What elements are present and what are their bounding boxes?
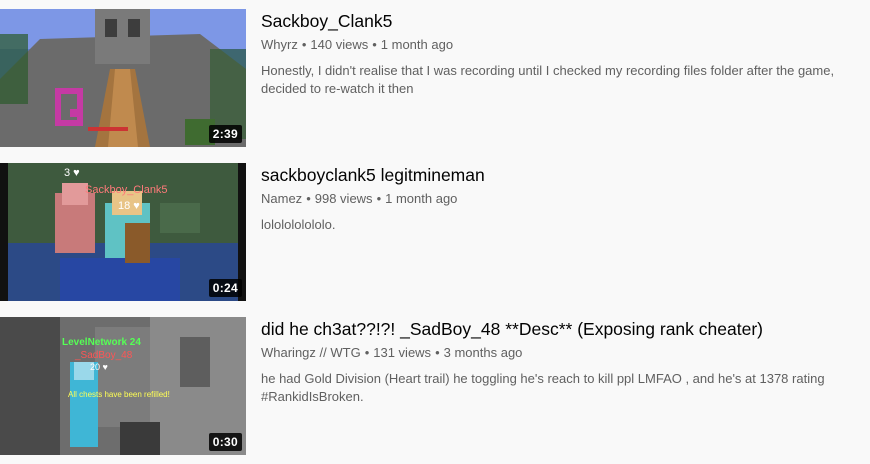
video-list: 2:39 Sackboy_Clank5 Whyrz • 140 views • 1 mo… bbox=[0, 0, 870, 464]
view-count: 140 views bbox=[310, 37, 369, 52]
video-byline: Wharingz // WTG • 131 views • 3 months ago bbox=[261, 345, 851, 361]
view-count: 998 views bbox=[314, 191, 373, 206]
separator: • bbox=[376, 191, 382, 206]
video-description: he had Gold Division (Heart trail) he to… bbox=[261, 371, 825, 404]
separator: • bbox=[306, 191, 311, 206]
video-description: Honestly, I didn't realise that I was re… bbox=[261, 63, 835, 96]
video-item[interactable]: 2:39 Sackboy_Clank5 Whyrz • 140 views • 1 mo… bbox=[0, 9, 870, 147]
video-duration: 2:39 bbox=[208, 125, 242, 143]
video-title[interactable]: Sackboy_Clank5 bbox=[261, 10, 851, 32]
thumb-network: LevelNetwork 24 bbox=[62, 337, 141, 348]
video-thumbnail[interactable]: 2:39 bbox=[0, 9, 246, 147]
video-duration: 0:24 bbox=[208, 279, 242, 297]
thumb-chat: All chests have been refilled! bbox=[68, 390, 170, 399]
view-count: 131 views bbox=[373, 345, 432, 360]
video-title[interactable]: did he ch3at??!?! _SadBoy_48 **Desc** (E… bbox=[261, 318, 851, 340]
thumb-health-mid: 18 ♥ bbox=[118, 200, 140, 212]
thumb-player-name: Sackboy_Clank5 bbox=[85, 184, 168, 196]
video-meta: Sackboy_Clank5 Whyrz • 140 views • 1 month a… bbox=[261, 9, 851, 147]
video-item[interactable]: LevelNetwork 24 _SadBoy_48 20 ♥ All ches… bbox=[0, 317, 870, 455]
thumb-health: 20 ♥ bbox=[90, 362, 108, 372]
thumb-player-name: _SadBoy_48 bbox=[74, 350, 133, 361]
thumb-health-top: 3 ♥ bbox=[64, 167, 80, 179]
separator: • bbox=[364, 345, 370, 360]
upload-age: 1 month ago bbox=[385, 191, 458, 206]
video-title[interactable]: sackboyclank5 legitmineman bbox=[261, 164, 851, 186]
upload-age: 3 months ago bbox=[443, 345, 523, 360]
separator: • bbox=[301, 37, 307, 52]
video-description: lololololololo. bbox=[261, 217, 336, 232]
separator: • bbox=[435, 345, 440, 360]
channel-name[interactable]: Namez bbox=[261, 191, 302, 206]
channel-name[interactable]: Wharingz // WTG bbox=[261, 345, 361, 360]
video-meta: did he ch3at??!?! _SadBoy_48 **Desc** (E… bbox=[261, 317, 851, 455]
video-thumbnail[interactable]: 3 ♥ Sackboy_Clank5 18 ♥ 0:24 bbox=[0, 163, 246, 301]
video-byline: Whyrz • 140 views • 1 month ago bbox=[261, 37, 851, 53]
video-thumbnail[interactable]: LevelNetwork 24 _SadBoy_48 20 ♥ All ches… bbox=[0, 317, 246, 455]
video-item[interactable]: 3 ♥ Sackboy_Clank5 18 ♥ 0:24 sackboyclan… bbox=[0, 163, 870, 301]
channel-name[interactable]: Whyrz bbox=[261, 37, 298, 52]
video-duration: 0:30 bbox=[208, 433, 242, 451]
video-byline: Namez • 998 views • 1 month ago bbox=[261, 191, 851, 207]
video-meta: sackboyclank5 legitmineman Namez • 998 vie… bbox=[261, 163, 851, 301]
separator: • bbox=[372, 37, 377, 52]
upload-age: 1 month ago bbox=[380, 37, 454, 52]
